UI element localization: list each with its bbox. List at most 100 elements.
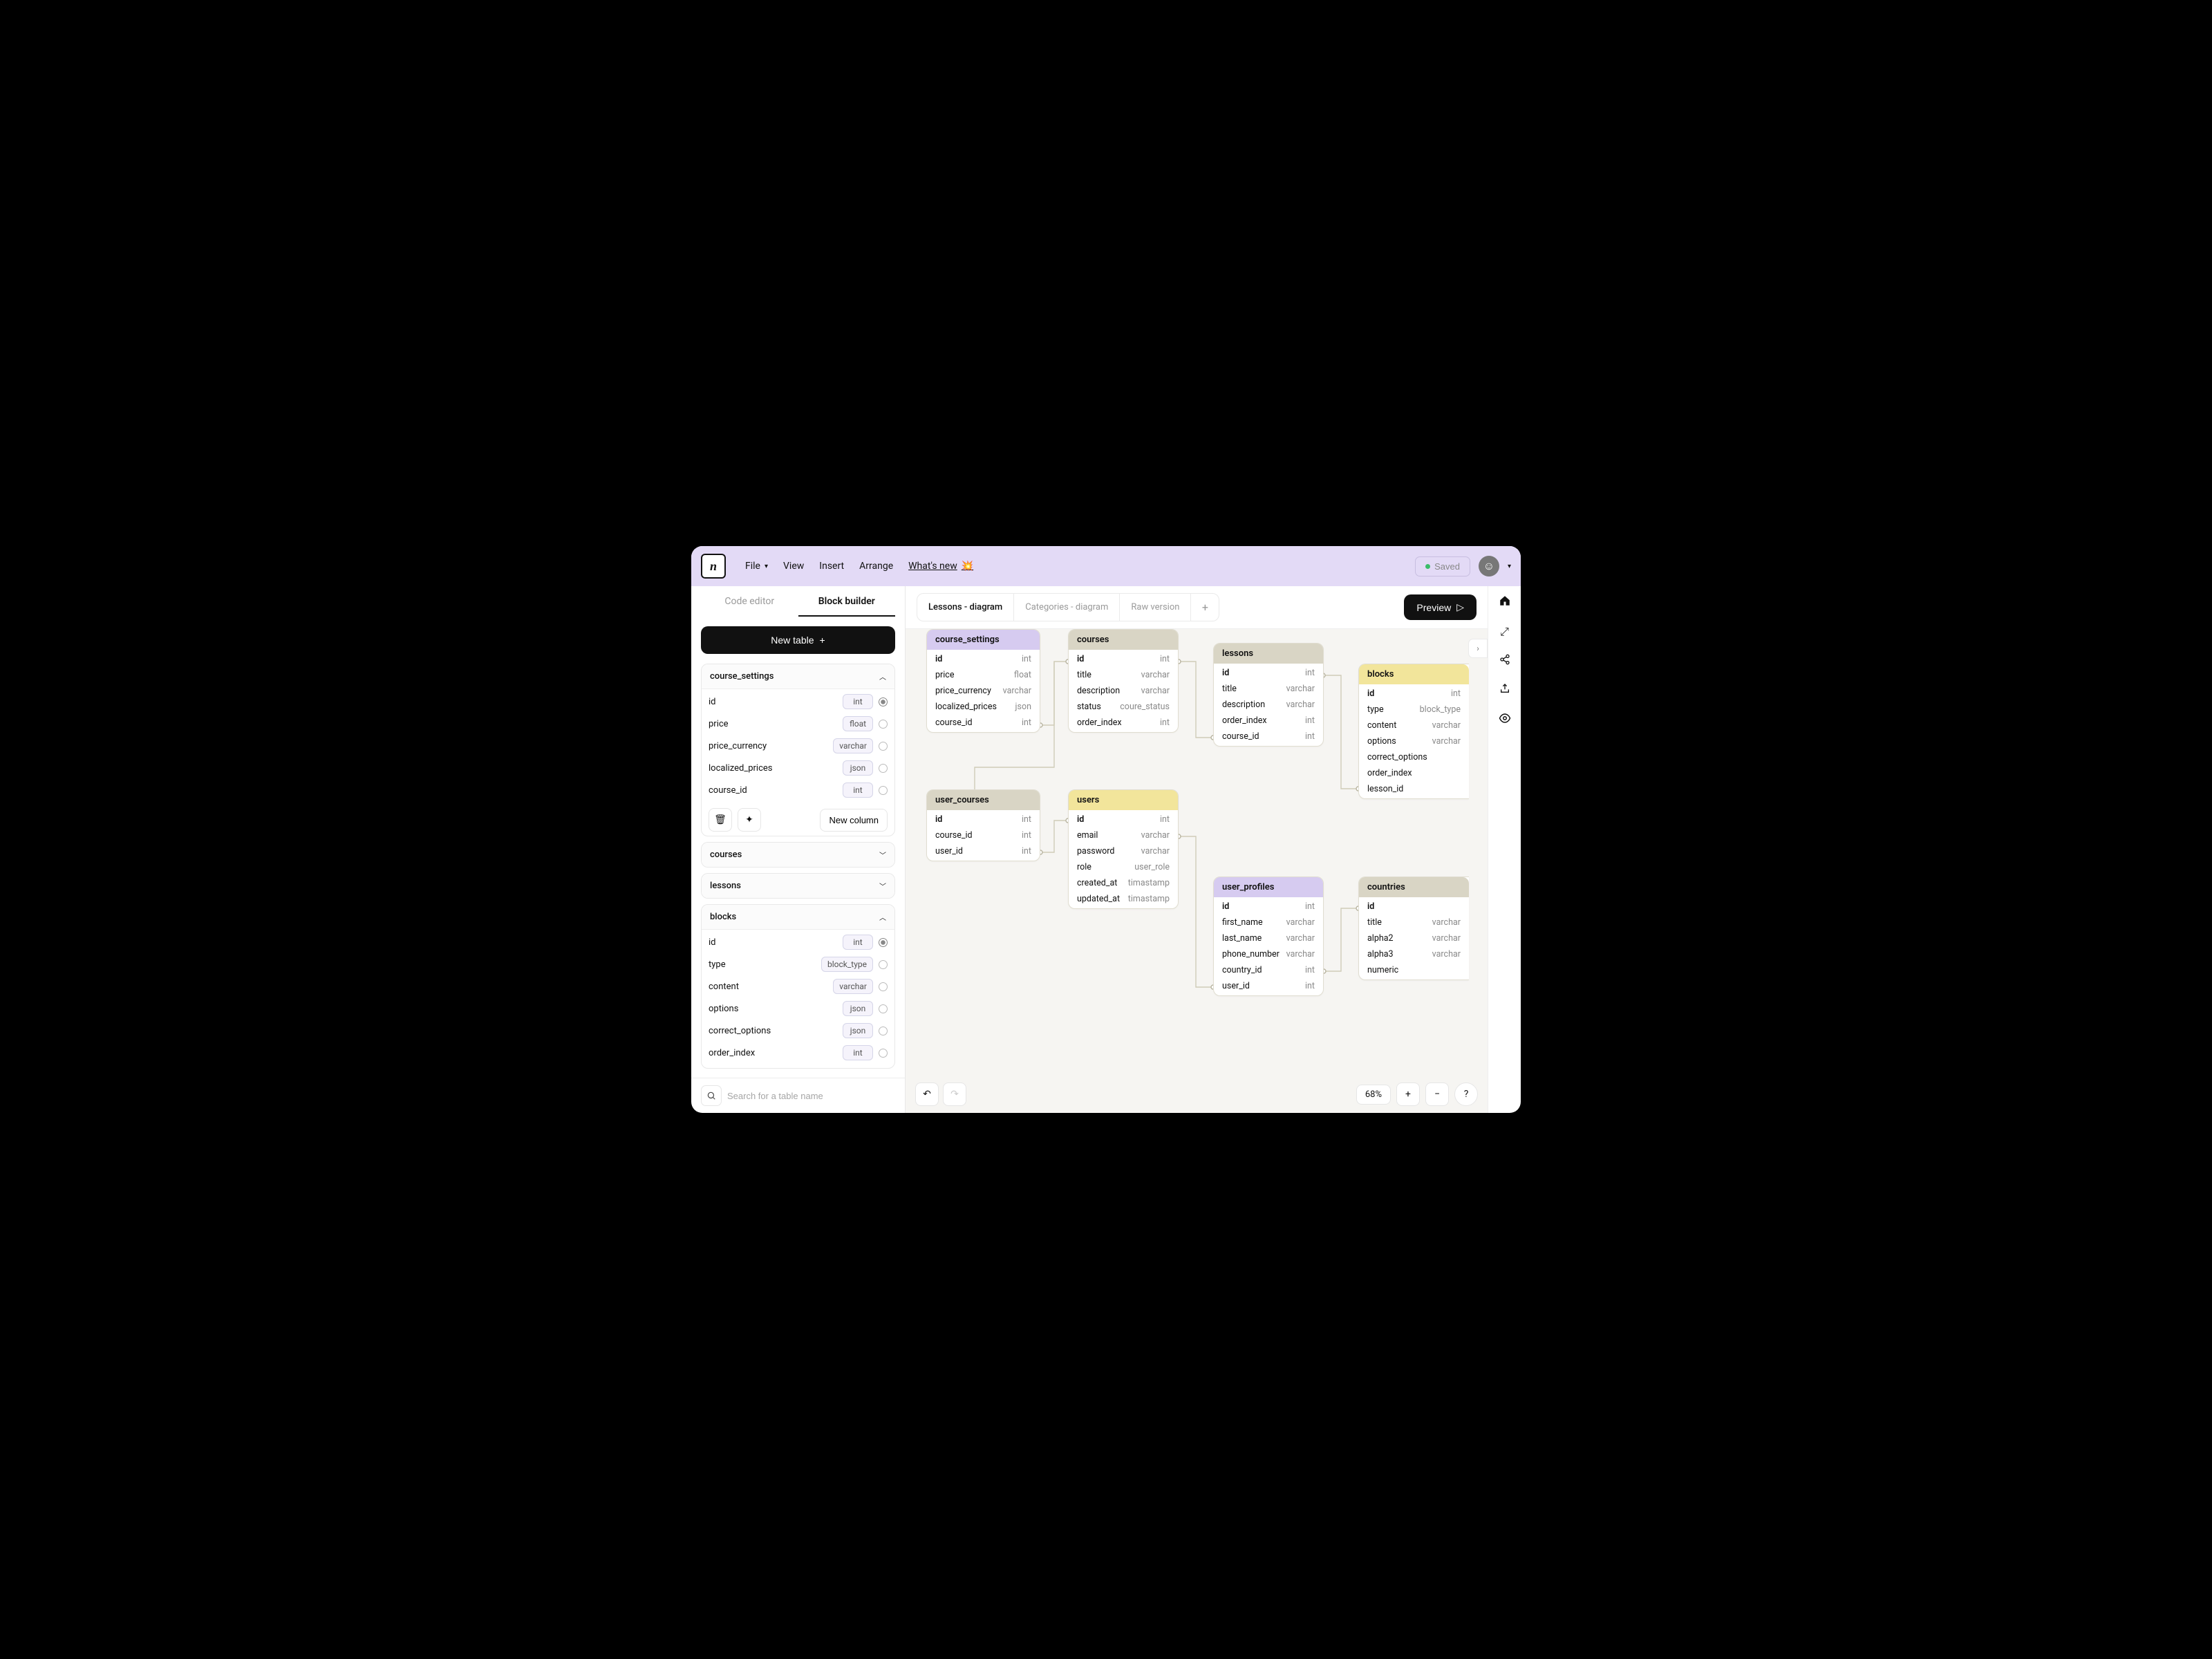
collapse-panel-button[interactable]: ›: [1468, 639, 1488, 658]
table-field-row: idint: [1069, 651, 1178, 667]
table-field-row: country_idint: [1214, 962, 1323, 978]
table-field-row: descriptionvarchar: [1214, 697, 1323, 713]
sparkle-icon: ✦: [745, 814, 753, 825]
app-logo[interactable]: n: [701, 554, 726, 579]
menu-arrange[interactable]: Arrange: [859, 561, 893, 572]
tab-categories-diagram[interactable]: Categories - diagram: [1014, 594, 1120, 621]
menu-insert[interactable]: Insert: [819, 561, 844, 572]
panel-header[interactable]: lessons ﹀: [702, 874, 894, 898]
table-field-row: idint: [1359, 686, 1469, 702]
primary-key-indicator[interactable]: [879, 1004, 888, 1013]
tab-block-builder[interactable]: Block builder: [798, 586, 896, 617]
tab-lessons-diagram[interactable]: Lessons - diagram: [917, 594, 1014, 621]
table-field-row: first_namevarchar: [1214, 915, 1323, 930]
table-field-row: correct_options: [1359, 749, 1469, 765]
table-field-row: idint: [1069, 812, 1178, 827]
save-indicator-icon: [1425, 564, 1430, 569]
column-row[interactable]: localized_pricesjson: [709, 757, 888, 779]
avatar[interactable]: ☺: [1479, 556, 1499, 577]
menu-whats-new[interactable]: What's new 💥: [908, 561, 973, 572]
menu-file[interactable]: File ▾: [745, 561, 768, 572]
table-card-header: courses: [1069, 630, 1178, 650]
table-card-header: user_profiles: [1214, 877, 1323, 897]
table-field-row: last_namevarchar: [1214, 930, 1323, 946]
table-panel-courses: courses ﹀: [701, 842, 895, 868]
table-field-row: price_currencyvarchar: [927, 683, 1040, 699]
primary-key-indicator[interactable]: [879, 786, 888, 795]
table-card-courses[interactable]: coursesidinttitlevarchardescriptionvarch…: [1068, 629, 1179, 733]
primary-key-indicator[interactable]: [879, 938, 888, 947]
table-field-row: course_idint: [927, 827, 1040, 843]
table-card-lessons[interactable]: lessonsidinttitlevarchardescriptionvarch…: [1213, 643, 1324, 747]
table-card-users[interactable]: usersidintemailvarcharpasswordvarcharrol…: [1068, 789, 1179, 909]
panel-header[interactable]: courses ﹀: [702, 843, 894, 867]
column-row[interactable]: typeblock_type: [709, 953, 888, 975]
search-input[interactable]: [727, 1091, 895, 1101]
column-row[interactable]: contentvarchar: [709, 975, 888, 997]
canvas-toolbar: ↶ ↷ 68% + − ?: [915, 1082, 1478, 1106]
visibility-icon[interactable]: [1499, 712, 1511, 727]
table-field-row: descriptionvarchar: [1069, 683, 1178, 699]
new-column-button[interactable]: New column: [820, 809, 888, 832]
table-field-row: idint: [1214, 899, 1323, 915]
table-field-row: numeric: [1359, 962, 1469, 978]
primary-key-indicator[interactable]: [879, 697, 888, 706]
primary-key-indicator[interactable]: [879, 1027, 888, 1035]
table-field-row: course_idint: [1214, 729, 1323, 744]
table-field-row: passwordvarchar: [1069, 843, 1178, 859]
table-field-row: idint: [927, 812, 1040, 827]
menu-view[interactable]: View: [783, 561, 804, 572]
primary-key-indicator[interactable]: [879, 982, 888, 991]
column-row[interactable]: optionsjson: [709, 997, 888, 1020]
column-row[interactable]: pricefloat: [709, 713, 888, 735]
column-row[interactable]: course_idint: [709, 779, 888, 801]
ai-suggest-button[interactable]: ✦: [738, 808, 761, 832]
table-field-row: titlevarchar: [1359, 915, 1469, 930]
table-field-row: localized_pricesjson: [927, 699, 1040, 715]
zoom-in-button[interactable]: +: [1396, 1082, 1420, 1106]
tab-code-editor[interactable]: Code editor: [701, 586, 798, 617]
tab-raw-version[interactable]: Raw version: [1120, 594, 1191, 621]
table-field-row: idint: [1214, 665, 1323, 681]
chevron-up-icon: ︿: [879, 912, 886, 922]
trash-icon: 🗑: [714, 814, 727, 825]
help-button[interactable]: ?: [1454, 1082, 1478, 1106]
table-field-row: statuscoure_status: [1069, 699, 1178, 715]
home-icon[interactable]: [1499, 594, 1511, 610]
delete-table-button[interactable]: 🗑: [709, 808, 732, 832]
share-icon[interactable]: [1499, 654, 1510, 668]
column-row[interactable]: price_currencyvarchar: [709, 735, 888, 757]
primary-key-indicator[interactable]: [879, 764, 888, 773]
table-field-row: titlevarchar: [1214, 681, 1323, 697]
table-card-countries[interactable]: countriesidtitlevarcharalpha2varcharalph…: [1358, 877, 1469, 980]
column-row[interactable]: idint: [709, 931, 888, 953]
app-window: n File ▾ View Insert Arrange What's new …: [691, 546, 1521, 1113]
panel-header[interactable]: blocks ︿: [702, 905, 894, 929]
chevron-down-icon[interactable]: ▾: [1508, 563, 1511, 570]
expand-icon[interactable]: ⤢: [1500, 625, 1509, 639]
canvas-header: Lessons - diagram Categories - diagram R…: [906, 586, 1488, 629]
table-card-header: users: [1069, 790, 1178, 810]
primary-key-indicator[interactable]: [879, 960, 888, 969]
diagram-canvas[interactable]: › ↶ ↷ 68% + − ? course_settingsidintpric…: [906, 629, 1488, 1113]
preview-button[interactable]: Preview ▷: [1404, 594, 1477, 620]
zoom-out-button[interactable]: −: [1425, 1082, 1449, 1106]
panel-header[interactable]: course_settings ︿: [702, 664, 894, 688]
undo-button[interactable]: ↶: [915, 1082, 939, 1106]
new-table-button[interactable]: New table +: [701, 626, 895, 654]
table-card-user-courses[interactable]: user_coursesidintcourse_idintuser_idint: [926, 789, 1040, 861]
zoom-level[interactable]: 68%: [1356, 1085, 1391, 1105]
column-row[interactable]: order_indexint: [709, 1042, 888, 1064]
chevron-down-icon: ▾: [765, 563, 768, 570]
primary-key-indicator[interactable]: [879, 720, 888, 729]
primary-key-indicator[interactable]: [879, 742, 888, 751]
table-card-blocks[interactable]: blocksidinttypeblock_typecontentvarcharo…: [1358, 664, 1469, 799]
column-row[interactable]: correct_optionsjson: [709, 1020, 888, 1042]
export-icon[interactable]: [1499, 683, 1510, 697]
column-row[interactable]: idint: [709, 691, 888, 713]
add-tab-button[interactable]: +: [1191, 594, 1219, 621]
redo-button[interactable]: ↷: [943, 1082, 966, 1106]
primary-key-indicator[interactable]: [879, 1049, 888, 1058]
table-card-course-settings[interactable]: course_settingsidintpricefloatprice_curr…: [926, 629, 1040, 733]
table-card-user-profiles[interactable]: user_profilesidintfirst_namevarcharlast_…: [1213, 877, 1324, 996]
